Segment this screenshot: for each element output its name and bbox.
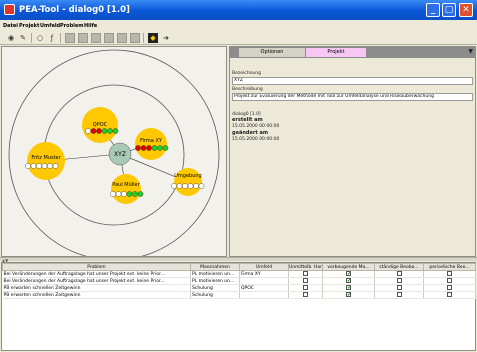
maximize-button[interactable]: ▢ <box>442 3 456 17</box>
grid-icon[interactable] <box>78 33 88 43</box>
description-field[interactable]: Projekt zur Evaluierung der Methode mit … <box>232 93 473 101</box>
main-window: PEA-Tool - dialog0 [1.0] _ ▢ ✕ Datei Pro… <box>0 0 477 352</box>
menu-umfeld[interactable]: Umfeld <box>40 23 60 29</box>
window-title: PEA-Tool - dialog0 [1.0] <box>19 5 130 15</box>
created-label: erstellt am <box>232 117 263 123</box>
node-firma-xy[interactable] <box>135 128 167 160</box>
pin-icon[interactable]: ✎ <box>18 33 28 43</box>
flag-icon[interactable]: ◆ <box>148 33 158 43</box>
cell-measures[interactable]: PL motivieren un... <box>190 270 240 278</box>
table-row[interactable]: Bei Veränderungen der Auftragslage hat u… <box>2 277 476 285</box>
node-paul-mueller[interactable] <box>111 174 141 204</box>
table-row[interactable]: PB erwarten schnellen Zeitgewinn Schulun… <box>2 284 476 292</box>
name-label: Bezeichnung <box>232 71 261 76</box>
cell-problem[interactable]: PB erwarten schnellen Zeitgewinn <box>2 284 191 292</box>
table-header-row: Problem Massnahmen Umfeld Unmittelb. Han… <box>2 263 476 271</box>
checkbox[interactable]: ✔ <box>346 271 351 277</box>
checkbox[interactable] <box>303 285 308 290</box>
checkbox[interactable] <box>303 292 308 297</box>
grid-icon[interactable] <box>130 33 140 43</box>
column-header[interactable]: Unmittelb. Handl. <box>288 263 323 271</box>
toolbar: ◉ ✎ ○ ƒ ◆ ➜ <box>0 31 477 45</box>
node-label-umgebung: Umgebung <box>174 173 201 179</box>
splitter[interactable]: ▲▼ <box>0 257 477 263</box>
checkbox[interactable] <box>447 271 452 276</box>
menu-problem[interactable]: Problem <box>60 23 83 29</box>
node-label-firma-xy: Firma XY <box>140 138 163 144</box>
export-icon[interactable]: ➜ <box>161 33 171 43</box>
grid-icon[interactable] <box>91 33 101 43</box>
cell-environment[interactable]: Firma XY <box>239 270 289 278</box>
column-header[interactable]: Massnahmen <box>190 263 240 271</box>
app-icon <box>4 4 15 15</box>
play-circle-icon[interactable]: ◉ <box>6 33 16 43</box>
menu-bar: Datei Projekt Umfeld Problem Hilfe <box>0 20 477 31</box>
title-bar[interactable]: PEA-Tool - dialog0 [1.0] _ ▢ ✕ <box>0 0 477 20</box>
cell-environment[interactable] <box>239 291 289 299</box>
node-label-qpoc: QPOC <box>93 122 108 128</box>
checkbox[interactable] <box>447 292 452 297</box>
table-row[interactable]: Bei Veränderungen der Auftragslage hat u… <box>2 270 476 278</box>
cell-environment[interactable]: QPOC <box>239 284 289 292</box>
tab-project[interactable]: Projekt <box>306 48 366 57</box>
node-label-fritz-muster: Fritz Muster <box>31 155 61 161</box>
close-button[interactable]: ✕ <box>459 3 473 17</box>
checkbox[interactable]: ✔ <box>346 292 351 298</box>
stakeholder-diagram[interactable]: QPOC Firma XY Fritz Muster Umgebung Paul… <box>2 47 226 261</box>
cell-measures[interactable]: PL motivieren un... <box>190 277 240 285</box>
menu-hilfe[interactable]: Hilfe <box>84 23 97 29</box>
column-header[interactable]: Umfeld <box>239 263 289 271</box>
tab-options[interactable]: Optionen <box>239 48 305 57</box>
grid-icon[interactable] <box>117 33 127 43</box>
checkbox[interactable] <box>396 278 402 283</box>
problem-table: Problem Massnahmen Umfeld Unmittelb. Han… <box>1 262 476 351</box>
checkbox[interactable]: ✔ <box>346 285 351 291</box>
cell-measures[interactable]: Schulung <box>190 284 240 292</box>
toolbar-separator <box>31 33 32 43</box>
grid-icon[interactable] <box>65 33 75 43</box>
created-value: 15.05.2000 00:00:00 <box>232 124 280 129</box>
center-label: XYZ <box>114 151 126 158</box>
cell-problem[interactable]: Bei Veränderungen der Auftragslage hat u… <box>2 270 191 278</box>
tab-strip: Optionen Projekt ▼ <box>230 47 475 58</box>
checkbox[interactable] <box>396 292 402 297</box>
grid-icon[interactable] <box>104 33 114 43</box>
column-header[interactable]: vorbeugende Ma... <box>322 263 375 271</box>
node-label-paul-mueller: Paul Müller <box>112 182 140 188</box>
menu-projekt[interactable]: Projekt <box>19 23 39 29</box>
checkbox[interactable] <box>447 278 452 283</box>
checkbox[interactable] <box>396 285 402 290</box>
checkbox[interactable] <box>447 285 452 290</box>
properties-panel: Optionen Projekt ▼ Bezeichnung XYZ Besch… <box>229 46 476 257</box>
table-row[interactable]: PB erwarten schnellen Zeitgewinn Schulun… <box>2 291 476 299</box>
column-header[interactable]: ständige Beoba... <box>374 263 424 271</box>
tab-dropdown-icon[interactable]: ▼ <box>468 48 473 55</box>
changed-label: geändert am <box>232 130 269 136</box>
cell-problem[interactable]: Bei Veränderungen der Auftragslage hat u… <box>2 277 191 285</box>
checkbox[interactable] <box>396 271 402 276</box>
toolbar-separator <box>60 33 61 43</box>
cell-environment[interactable] <box>239 277 289 285</box>
cell-problem[interactable]: PB erwarten schnellen Zeitgewinn <box>2 291 191 299</box>
description-label: Beschreibung <box>232 87 263 92</box>
menu-datei[interactable]: Datei <box>3 23 18 29</box>
minimize-button[interactable]: _ <box>426 3 440 17</box>
checkbox[interactable]: ✔ <box>346 278 351 284</box>
column-header[interactable]: periodische Beo... <box>423 263 476 271</box>
checkbox[interactable] <box>303 278 308 283</box>
changed-value: 15.05.2000 00:00:00 <box>232 137 280 142</box>
checkbox[interactable] <box>303 271 308 276</box>
name-field[interactable]: XYZ <box>232 77 473 85</box>
column-header[interactable]: Problem <box>2 263 191 271</box>
node-fritz-muster[interactable] <box>27 142 65 180</box>
circle-icon[interactable]: ○ <box>35 33 45 43</box>
toolbar-separator <box>143 33 144 43</box>
script-icon[interactable]: ƒ <box>47 33 57 43</box>
cell-measures[interactable]: Schulung <box>190 291 240 299</box>
diagram-canvas[interactable]: QPOC Firma XY Fritz Muster Umgebung Paul… <box>1 46 227 261</box>
